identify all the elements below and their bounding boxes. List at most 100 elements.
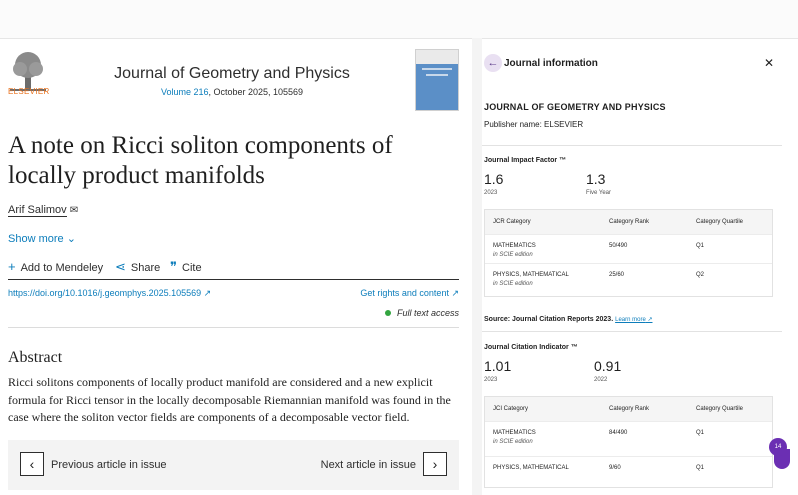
category-name: PHYSICS, MATHEMATICAL — [493, 465, 569, 471]
divider — [8, 327, 459, 328]
chevron-down-icon: ⌄ — [66, 233, 76, 245]
jci-col-category: JCI Category — [493, 406, 529, 412]
rights-link[interactable]: Get rights and content ↗ — [360, 288, 459, 299]
article-title: A note on Ricci soliton components of lo… — [8, 132, 393, 189]
jif-value: 1.6 — [484, 171, 504, 187]
chevron-left-icon: ‹ — [29, 456, 35, 472]
category-name: MATHEMATICS — [493, 243, 536, 249]
volume-link[interactable]: Volume 216 — [161, 87, 209, 97]
learn-more-label: Learn more — [615, 317, 646, 323]
cover-stripe — [426, 74, 448, 76]
table-cell: PHYSICS, MATHEMATICAL in SCIE edition — [493, 272, 569, 287]
issue-navigation: ‹ Previous article in issue Next article… — [8, 440, 459, 490]
previous-article-button[interactable]: ‹ — [20, 452, 44, 476]
divider — [482, 145, 782, 146]
publisher-logo-text: ELSEVIER — [8, 87, 50, 96]
jcr-table: JCR Category Category Rank Category Quar… — [484, 209, 773, 297]
doi-link[interactable]: https://doi.org/10.1016/j.geomphys.2025.… — [8, 288, 211, 299]
jci-col-rank: Category Rank — [609, 406, 650, 412]
article-page: ELSEVIER Journal of Geometry and Physics… — [0, 39, 472, 495]
abstract-text: Ricci solitons components of locally pro… — [8, 375, 451, 424]
author-line: Arif Salimov ✉ — [8, 204, 78, 217]
journal-information-panel: ← Journal information ✕ JOURNAL OF GEOME… — [482, 39, 798, 495]
add-to-mendeley-button[interactable]: + Add to Mendeley — [8, 259, 103, 274]
jcr-col-category: JCR Category — [493, 219, 531, 225]
share-button[interactable]: ⋖ Share — [115, 259, 160, 275]
full-text-label: Full text access — [396, 308, 459, 318]
jcr-col-quartile: Category Quartile — [696, 219, 744, 225]
table-row: MATHEMATICS in SCIE edition 50/490 Q1 — [485, 234, 772, 263]
jci-table-header: JCI Category Category Rank Category Quar… — [485, 397, 772, 421]
category-name: MATHEMATICS — [493, 430, 536, 436]
jci-year: 2023 — [484, 377, 498, 383]
jci-table: JCI Category Category Rank Category Quar… — [484, 396, 773, 488]
show-more-label: Show more — [8, 233, 64, 245]
table-cell: MATHEMATICS in SCIE edition — [493, 430, 536, 445]
next-article-label[interactable]: Next article in issue — [321, 459, 416, 471]
browser-top-strip — [0, 0, 798, 39]
close-icon[interactable]: ✕ — [764, 56, 774, 70]
publisher-name: Publisher name: ELSEVIER — [484, 120, 584, 129]
abstract-heading: Abstract — [8, 349, 63, 366]
jci-value: 1.01 — [484, 358, 512, 374]
jif-heading: Journal Impact Factor ™ — [484, 157, 567, 164]
jif-year: 2023 — [484, 190, 498, 196]
edition-label: in SCIE edition — [493, 439, 533, 445]
table-cell: MATHEMATICS in SCIE edition — [493, 243, 536, 258]
cover-stripe — [422, 68, 452, 70]
category-rank: 50/490 — [609, 243, 628, 249]
external-link-icon: ↗ — [645, 317, 653, 323]
next-article-button[interactable]: › — [423, 452, 447, 476]
author-name-link[interactable]: Arif Salimov — [8, 204, 67, 217]
jcr-table-header: JCR Category Category Rank Category Quar… — [485, 210, 772, 234]
full-text-access-status: Full text access — [384, 308, 459, 318]
journal-title-link[interactable]: Journal of Geometry and Physics — [104, 65, 360, 83]
show-more-button[interactable]: Show more ⌄ — [8, 232, 76, 245]
jif-five-year-label: Five Year — [586, 190, 612, 196]
edition-label: in SCIE edition — [493, 252, 533, 258]
table-row: PHYSICS, MATHEMATICAL 9/60 Q1 — [485, 456, 772, 487]
issue-details: , October 2025, 105569 — [208, 87, 304, 97]
source-text: Source: Journal Citation Reports 2023. — [484, 316, 614, 323]
back-arrow-icon[interactable]: ← — [484, 54, 502, 72]
category-quartile: Q1 — [696, 430, 705, 436]
category-quartile: Q2 — [696, 272, 705, 278]
quote-icon: ❞ — [170, 259, 177, 274]
edition-label: in SCIE edition — [493, 281, 533, 287]
panel-title: Journal information — [504, 58, 598, 69]
category-name: PHYSICS, MATHEMATICAL — [493, 272, 569, 278]
share-icon: ⋖ — [115, 259, 126, 274]
cover-band — [416, 50, 458, 64]
table-row: MATHEMATICS in SCIE edition 84/490 Q1 — [485, 421, 772, 456]
share-label: Share — [130, 262, 161, 274]
category-rank: 25/60 — [609, 272, 625, 278]
jci-prev-year: 2022 — [594, 377, 608, 383]
jci-col-quartile: Category Quartile — [696, 406, 744, 412]
cite-label: Cite — [182, 262, 202, 274]
category-quartile: Q1 — [696, 243, 705, 249]
journal-issue-info: Volume 216, October 2025, 105569 — [104, 87, 360, 97]
notification-badge[interactable]: 14 — [769, 438, 787, 456]
divider — [482, 331, 782, 332]
category-rank: 84/490 — [609, 430, 628, 436]
chevron-right-icon: › — [432, 456, 438, 472]
access-dot-icon — [384, 310, 391, 316]
panel-separator — [472, 38, 482, 495]
mendeley-label: Add to Mendeley — [20, 262, 104, 274]
jcr-col-rank: Category Rank — [609, 219, 650, 225]
jci-prev-value: 0.91 — [594, 358, 622, 374]
plus-icon: + — [8, 259, 16, 274]
cite-button[interactable]: ❞ Cite — [170, 259, 202, 275]
jcr-source: Source: Journal Citation Reports 2023. L… — [484, 316, 653, 323]
article-actions: + Add to Mendeley ⋖ Share ❞ Cite — [8, 259, 458, 275]
jci-heading: Journal Citation Indicator ™ — [484, 344, 578, 351]
previous-article-label[interactable]: Previous article in issue — [51, 459, 167, 471]
learn-more-link[interactable]: Learn more ↗ — [615, 317, 652, 323]
journal-name: JOURNAL OF GEOMETRY AND PHYSICS — [484, 102, 666, 112]
divider — [8, 279, 459, 280]
category-quartile: Q1 — [696, 465, 705, 471]
category-rank: 9/60 — [609, 465, 621, 471]
email-icon[interactable]: ✉ — [70, 205, 78, 216]
journal-cover-image[interactable] — [415, 49, 459, 111]
table-row: PHYSICS, MATHEMATICAL in SCIE edition 25/… — [485, 263, 772, 296]
